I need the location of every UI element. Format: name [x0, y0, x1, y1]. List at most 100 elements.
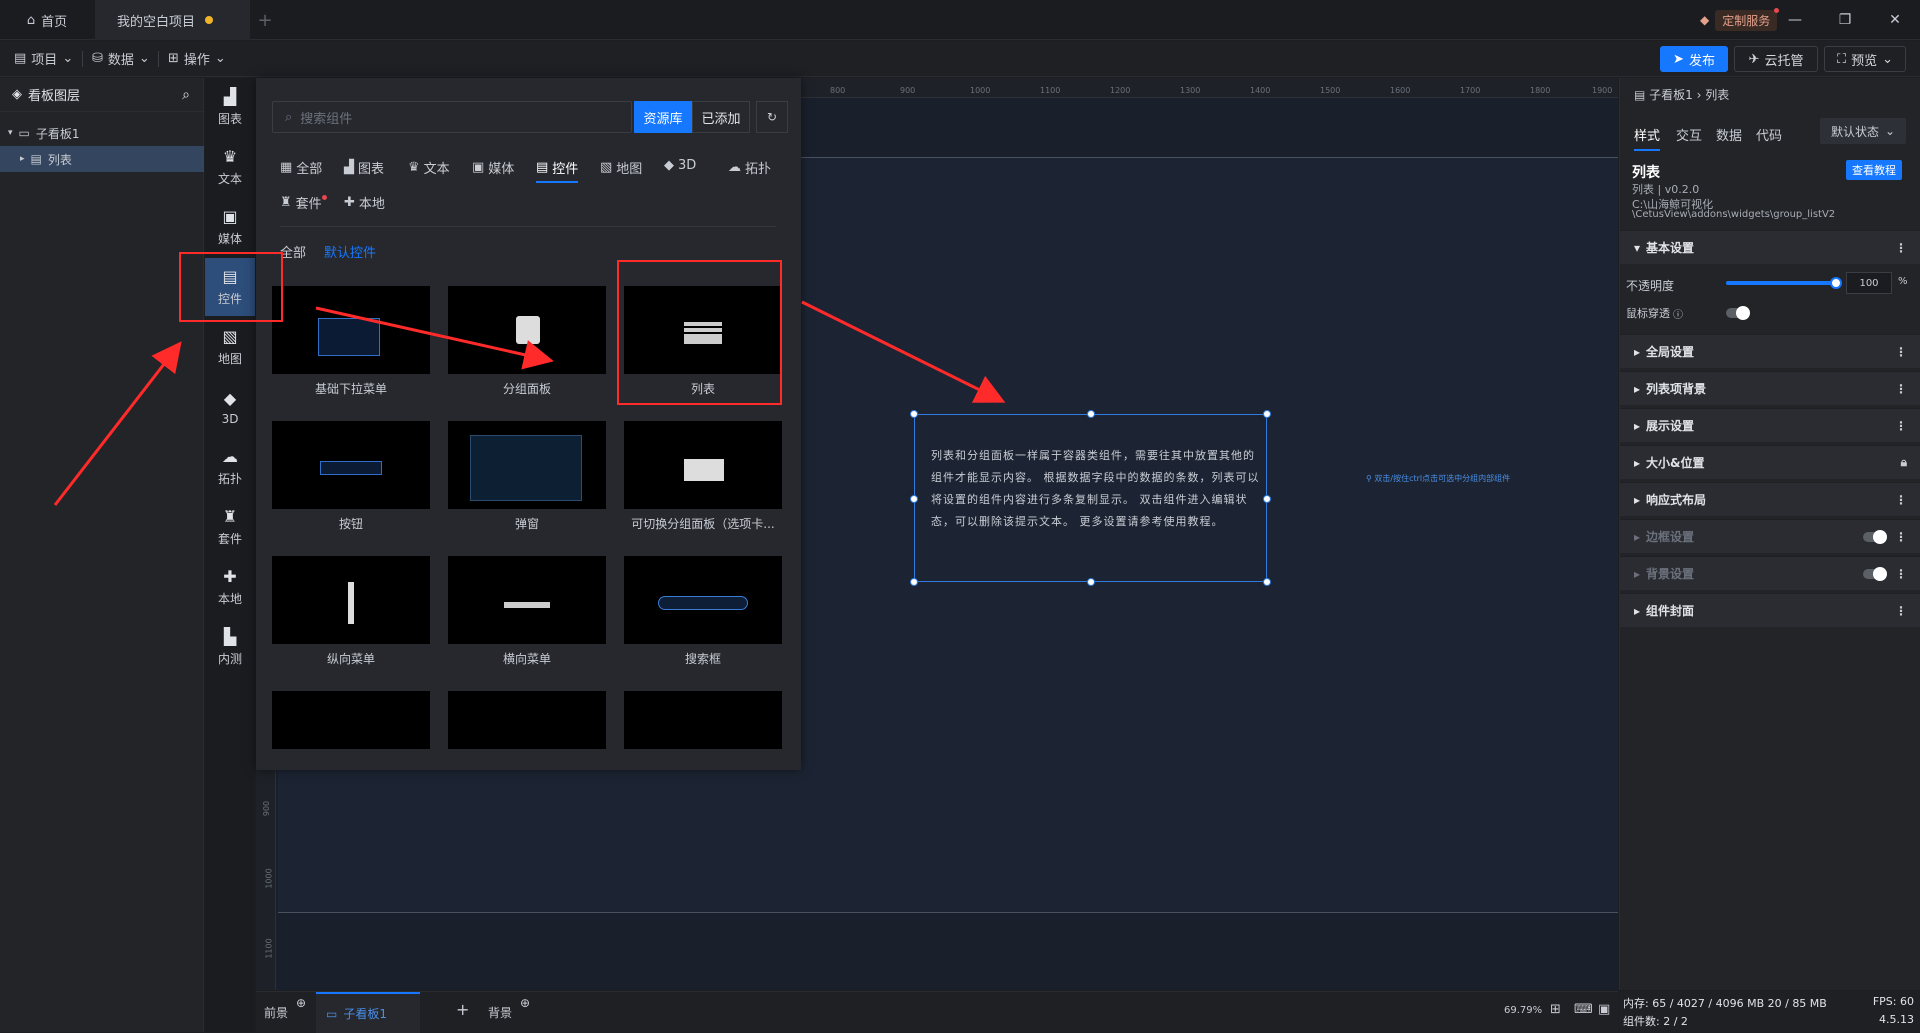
resize-handle[interactable]	[910, 410, 918, 418]
add-tab-button[interactable]: +	[250, 0, 280, 40]
add-foreground-icon[interactable]: ⊕	[296, 996, 306, 1010]
card-button[interactable]: 按钮	[272, 421, 430, 531]
added-button[interactable]: 已添加	[692, 101, 750, 133]
card-search-box[interactable]: 搜索框	[624, 556, 782, 666]
cat-map[interactable]: ▧ 地图	[600, 158, 642, 177]
fit-screen-icon[interactable]: ⊞	[1550, 1002, 1561, 1017]
board-tab[interactable]: ▭ 子看板1	[316, 992, 420, 1033]
sub-all[interactable]: 全部	[280, 242, 306, 261]
section-background[interactable]: ▸ 背景设置 ⋮	[1620, 556, 1920, 590]
cat-all[interactable]: ▦ 全部	[280, 158, 322, 177]
background-toggle[interactable]	[1863, 567, 1887, 581]
cat-topology[interactable]: ☁ 拓扑	[728, 158, 771, 177]
section-size-position[interactable]: ▸ 大小&位置 🔒︎	[1620, 445, 1920, 479]
category-media[interactable]: ▣ 媒体	[205, 198, 255, 256]
background-tab[interactable]: 背景	[488, 1004, 512, 1021]
resize-handle[interactable]	[910, 495, 918, 503]
category-map[interactable]: ▧ 地图	[205, 318, 255, 376]
resize-handle[interactable]	[1087, 578, 1095, 586]
layer-item-board[interactable]: ▾ ▭ 子看板1	[0, 120, 204, 146]
lock-icon[interactable]: 🔒︎	[1901, 455, 1907, 470]
mouse-through-toggle[interactable]	[1726, 306, 1750, 320]
more-icon[interactable]: ⋮	[1895, 419, 1907, 433]
menu-operation[interactable]: ⊞ 操作 ⌄	[168, 49, 226, 68]
cloud-host-button[interactable]: ✈ 云托管	[1734, 46, 1818, 72]
cat-suite[interactable]: ♜ 套件	[280, 193, 327, 212]
section-basic[interactable]: ▾ 基本设置 ⋮	[1620, 230, 1920, 264]
state-select[interactable]: 默认状态 ⌄	[1820, 118, 1906, 144]
help-icon[interactable]: ⓘ	[1673, 306, 1683, 321]
close-button[interactable]: ✕	[1880, 8, 1910, 32]
resize-handle[interactable]	[1087, 410, 1095, 418]
keyboard-icon[interactable]: ⌨	[1574, 1002, 1593, 1017]
cat-media[interactable]: ▣ 媒体	[472, 158, 514, 177]
cat-local[interactable]: ✚ 本地	[344, 193, 385, 212]
card-vertical-menu[interactable]: 纵向菜单	[272, 556, 430, 666]
tab-code[interactable]: 代码	[1756, 125, 1782, 144]
resize-handle[interactable]	[910, 578, 918, 586]
resize-handle[interactable]	[1263, 410, 1271, 418]
more-icon[interactable]: ⋮	[1895, 382, 1907, 396]
opacity-slider-thumb[interactable]	[1830, 277, 1842, 289]
restore-button[interactable]: ❐	[1830, 8, 1860, 32]
resource-library-button[interactable]: 资源库	[634, 101, 692, 133]
opacity-input[interactable]: 100	[1846, 272, 1892, 294]
cat-widget[interactable]: ▤ 控件	[536, 158, 579, 183]
category-local[interactable]: ✚ 本地	[205, 558, 255, 616]
tab-interaction[interactable]: 交互	[1676, 125, 1702, 144]
card-more-2[interactable]	[448, 691, 606, 749]
category-topology[interactable]: ☁ 拓扑	[205, 438, 255, 496]
category-text[interactable]: ♛ 文本	[205, 138, 255, 196]
menu-project[interactable]: ▤ 项目 ⌄	[14, 49, 73, 68]
cat-chart[interactable]: ▟ 图表	[344, 158, 384, 177]
list-widget[interactable]: 列表和分组面板一样属于容器类组件，需要往其中放置其他的组件才能显示内容。 根据数…	[910, 410, 1271, 586]
section-responsive[interactable]: ▸ 响应式布局 ⋮	[1620, 482, 1920, 516]
tab-data[interactable]: 数据	[1716, 125, 1742, 144]
cat-text[interactable]: ♛ 文本	[408, 158, 450, 177]
card-dropdown[interactable]: 基础下拉菜单	[272, 286, 430, 396]
section-border[interactable]: ▸ 边框设置 ⋮	[1620, 519, 1920, 553]
minimize-button[interactable]: —	[1780, 8, 1810, 32]
border-toggle[interactable]	[1863, 530, 1887, 544]
card-more-1[interactable]	[272, 691, 430, 749]
tab-style[interactable]: 样式	[1634, 125, 1661, 151]
card-popup[interactable]: 弹窗	[448, 421, 606, 531]
category-suite[interactable]: ♜ 套件	[205, 498, 255, 556]
menu-data[interactable]: ⛁ 数据 ⌄	[92, 49, 150, 68]
category-chart[interactable]: ▟ 图表	[205, 78, 255, 136]
preview-button[interactable]: ⛶ 预览 ⌄	[1824, 46, 1906, 72]
search-field[interactable]: ⌕ 搜索组件	[272, 101, 632, 133]
add-board-icon[interactable]: +	[456, 1000, 469, 1019]
category-3d[interactable]: ◆ 3D	[205, 378, 255, 436]
more-icon[interactable]: ⋮	[1895, 567, 1907, 581]
more-icon[interactable]: ⋮	[1895, 241, 1907, 255]
section-cover[interactable]: ▸ 组件封面 ⋮	[1620, 593, 1920, 627]
add-background-icon[interactable]: ⊕	[520, 996, 530, 1010]
card-more-3[interactable]	[624, 691, 782, 749]
more-icon[interactable]: ⋮	[1895, 493, 1907, 507]
section-global[interactable]: ▸ 全局设置 ⋮	[1620, 334, 1920, 368]
custom-service[interactable]: ◆ 定制服务	[1700, 7, 1780, 31]
search-icon[interactable]: ⌕	[182, 87, 190, 103]
card-horizontal-menu[interactable]: 横向菜单	[448, 556, 606, 666]
foreground-tab[interactable]: 前景	[264, 1004, 288, 1021]
section-display[interactable]: ▸ 展示设置 ⋮	[1620, 408, 1920, 442]
more-icon[interactable]: ⋮	[1895, 530, 1907, 544]
cat-3d[interactable]: ◆ 3D	[664, 158, 696, 173]
resize-handle[interactable]	[1263, 495, 1271, 503]
sub-default-widgets[interactable]: 默认控件	[324, 242, 376, 261]
tab-home[interactable]: ⌂ 首页	[0, 0, 94, 40]
publish-button[interactable]: ➤ 发布	[1660, 46, 1728, 72]
more-icon[interactable]: ⋮	[1895, 345, 1907, 359]
resize-handle[interactable]	[1263, 578, 1271, 586]
opacity-slider[interactable]	[1726, 277, 1842, 289]
terminal-icon[interactable]: ▣	[1598, 1002, 1610, 1017]
zoom-level[interactable]: 69.79%	[1504, 1005, 1542, 1016]
custom-service-button[interactable]: 定制服务	[1715, 7, 1780, 31]
card-tab-panel[interactable]: 可切换分组面板（选项卡...	[624, 421, 782, 531]
layer-item-list[interactable]: ▸ ▤ 列表	[0, 146, 204, 172]
category-beta[interactable]: ▙ 内测	[205, 618, 255, 676]
tutorial-button[interactable]: 查看教程	[1846, 160, 1902, 180]
tab-project[interactable]: 我的空白项目	[95, 0, 250, 40]
card-group-panel[interactable]: 分组面板	[448, 286, 606, 396]
